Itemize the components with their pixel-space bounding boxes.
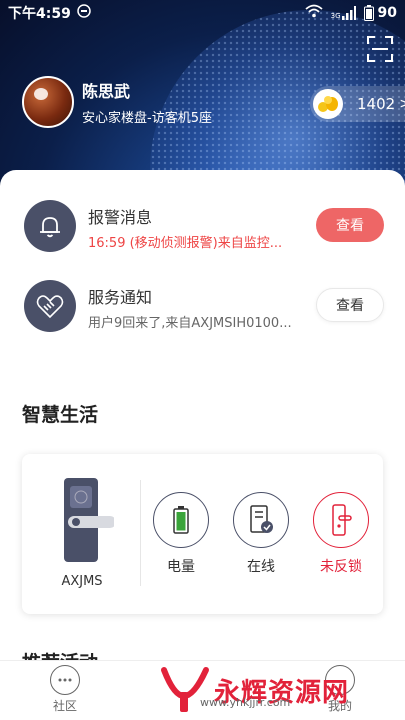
view-alarm-button[interactable]: 查看: [316, 208, 384, 242]
view-service-button[interactable]: 查看: [316, 288, 384, 322]
battery-stat-label: 电量: [167, 559, 195, 575]
unlocked-stat-label: 未反锁: [320, 559, 362, 575]
watermark: 永辉资源网 www.yhkjjrr.com: [160, 662, 390, 718]
tab-community[interactable]: 社区: [50, 665, 80, 714]
coin-icon: [313, 89, 343, 119]
smart-lock-icon: [64, 478, 116, 562]
points-pill[interactable]: 1402 >: [310, 86, 405, 122]
alarm-message-title: 报警消息: [88, 208, 153, 227]
status-bar: 下午4:59 3G 90: [0, 0, 405, 26]
status-time: 下午4:59: [8, 6, 71, 22]
service-notice-title: 服务通知: [88, 288, 153, 307]
alarm-message-row[interactable]: 报警消息 16:59 (移动侦测报警)来自监控... 查看: [24, 200, 384, 260]
unlocked-stat[interactable]: 未反锁: [311, 492, 371, 576]
wifi-icon: [305, 4, 323, 22]
user-location: 安心家楼盘-访客机5座: [82, 111, 212, 126]
door-lock-icon: [313, 492, 369, 548]
panel-divider: [140, 480, 141, 586]
smart-life-panel: AXJMS 电量 在线 未反锁: [22, 454, 383, 614]
scan-qr-icon[interactable]: [367, 36, 393, 62]
smart-life-title: 智慧生活: [22, 404, 99, 426]
battery-level: 90: [377, 5, 397, 21]
avatar[interactable]: [22, 76, 74, 128]
chat-bubble-icon: [50, 665, 80, 695]
chevron-right-icon: >: [399, 96, 405, 112]
points-value: 1402: [357, 95, 396, 113]
battery-icon: [153, 492, 209, 548]
user-name: 陈思武: [82, 82, 131, 101]
online-stat[interactable]: 在线: [231, 492, 291, 576]
notification-icon: [77, 4, 91, 22]
device-item[interactable]: AXJMS: [42, 474, 122, 589]
server-online-icon: [233, 492, 289, 548]
service-notice-text: 用户9回来了,来自AXJMSIH0100...: [88, 316, 292, 331]
watermark-url: www.yhkjjrr.com: [200, 696, 291, 709]
device-name: AXJMS: [61, 574, 103, 589]
user-profile[interactable]: 陈思武 安心家楼盘-访客机5座: [22, 76, 212, 128]
bell-icon: [24, 200, 76, 252]
battery-stat[interactable]: 电量: [151, 492, 211, 576]
alarm-message-text: 16:59 (移动侦测报警)来自监控...: [88, 236, 283, 251]
signal-icon: 3G: [331, 6, 356, 20]
handshake-icon: [24, 280, 76, 332]
battery-status: 90: [363, 5, 397, 21]
tab-community-label: 社区: [52, 699, 77, 713]
online-stat-label: 在线: [247, 559, 275, 575]
service-notice-row[interactable]: 服务通知 用户9回来了,来自AXJMSIH0100... 查看: [24, 280, 384, 340]
